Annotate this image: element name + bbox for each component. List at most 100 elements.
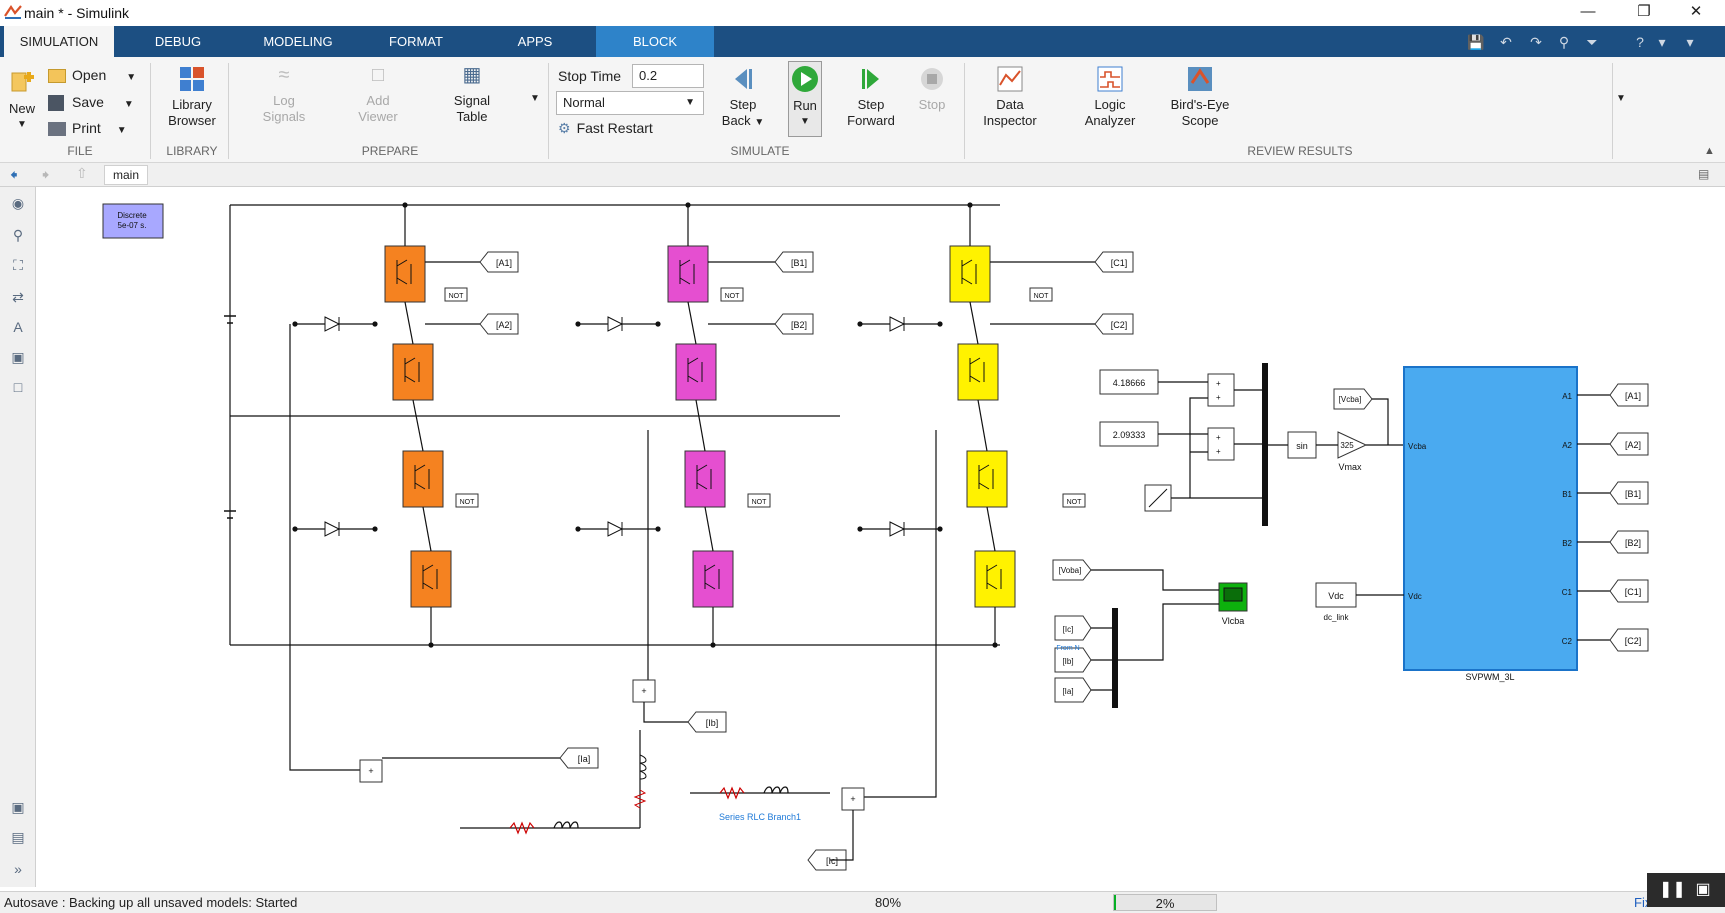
print-dropdown-icon[interactable]: ▼ [117,125,127,136]
log-signals-button[interactable]: ≈ Log Signals [252,64,316,125]
route-lines-icon[interactable]: ⇄ [8,287,28,307]
signal-table-button[interactable]: ▦ Signal Table [440,65,504,125]
zoom-icon[interactable]: ⚲ [8,225,28,245]
igbt-block-a2[interactable] [392,343,434,401]
not-gate-label: NOT [1034,293,1050,300]
open-dropdown-icon[interactable]: ▼ [126,72,136,83]
igbt-block-b1[interactable] [667,245,709,303]
breadcrumb[interactable]: main [104,165,149,185]
igbt-block-a3[interactable] [402,450,444,508]
step-back-button[interactable]: Step Back ▼ [712,65,774,131]
tab-modeling[interactable]: MODELING [247,26,349,57]
explorer-bar-toggle-icon[interactable]: ▤ [1698,167,1709,181]
save-button[interactable]: Save ▼ [48,92,134,112]
phase-leg-line [422,506,432,552]
run-dropdown-icon[interactable]: ▼ [789,114,821,130]
library-browser-line2: Browser [168,113,216,128]
data-inspector-line2: Inspector [983,113,1037,128]
group-label-prepare: PREPARE [361,144,419,158]
svpwm-subsystem-block[interactable] [1403,366,1578,671]
phase-leg-line [977,399,988,452]
igbt-block-c1[interactable] [949,245,991,303]
save-quick-icon[interactable]: 💾 [1466,32,1486,52]
run-button[interactable]: Run ▼ [788,61,822,137]
logic-analyzer-line1: Logic [1094,97,1126,112]
step-forward-button[interactable]: Step Forward [840,65,902,129]
expand-palette-icon[interactable]: » [8,859,28,879]
igbt-block-b2[interactable] [675,343,717,401]
quick-search-dropdown-icon[interactable]: ⏷ [1582,32,1602,52]
tab-simulation[interactable]: SIMULATION [4,26,114,57]
address-bar: 🠸 🠺 ⇧ main ▤ [0,163,1725,187]
step-back-dropdown-icon[interactable]: ▼ [754,117,764,128]
tab-format[interactable]: FORMAT [368,26,464,57]
prepare-gallery-dropdown-icon[interactable]: ▼ [530,93,540,104]
model-diagram[interactable]: Discrete5e-07 s. [A1] [A2] NOT NOT [B1] [B2] NO… [37,187,1725,887]
igbt-block-b3[interactable] [684,450,726,508]
collapse-ribbon-icon[interactable]: ▲ [1704,145,1715,157]
undo-icon[interactable]: ↶ [1496,32,1516,52]
simulation-mode-select[interactable]: Normal ▼ [556,91,704,115]
tab-apps[interactable]: APPS [490,26,580,57]
new-dropdown-icon[interactable]: ▼ [4,117,40,133]
screenshot-icon[interactable]: ▣ [8,797,28,817]
add-viewer-button[interactable]: □ Add Viewer [346,65,410,125]
igbt-block-c3[interactable] [966,450,1008,508]
zoom-level[interactable]: 80% [875,895,901,910]
igbt-block-a4[interactable] [410,550,452,608]
simulink-window: main * - Simulink — ❐ ✕ SIMULATION DEBUG… [0,0,1725,913]
model-canvas[interactable]: Discrete 5e-07 s. [A1] [A2] NOT NOT [B1] [B2] NO… [37,187,1725,887]
image-icon[interactable]: ▣ [8,347,28,367]
measurement-plus: + [850,794,855,804]
collapse-toolstrip-icon[interactable]: ▾ [1680,32,1700,52]
from-current-label: [Ib] [1062,657,1073,666]
fit-to-view-icon[interactable]: ⛶ [8,255,28,275]
sum-sign: + [1216,447,1221,456]
igbt-block-b4[interactable] [692,550,734,608]
mux-block[interactable] [1262,363,1268,526]
inductor-icon [639,754,647,780]
sum-block[interactable] [1207,427,1235,461]
igbt-block-c4[interactable] [974,550,1016,608]
constant-value: 4.18666 [1113,378,1146,388]
up-arrow-icon[interactable]: ⇧ [76,165,88,182]
pause-icon[interactable]: ❚❚ [1659,879,1686,901]
close-button[interactable]: ✕ [1673,0,1719,26]
restore-button[interactable]: ❐ [1621,0,1667,26]
print-button[interactable]: Print ▼ [48,118,127,138]
hide-show-model-browser-icon[interactable]: ◉ [8,193,28,213]
screen-icon[interactable]: ▣ [1691,879,1715,901]
igbt-block-a1[interactable] [384,245,426,303]
review-gallery-dropdown-icon[interactable]: ▼ [1616,93,1626,104]
library-browser-button[interactable]: Library Browser [160,65,224,129]
save-dropdown-icon[interactable]: ▼ [124,99,134,110]
minimize-button[interactable]: — [1565,0,1611,26]
tab-block[interactable]: BLOCK [596,26,714,57]
stop-time-label: Stop Time [558,68,622,84]
help-icon[interactable]: ? [1630,32,1650,52]
stop-time-input[interactable]: 0.2 [632,64,704,88]
igbt-block-c2[interactable] [957,343,999,401]
help-dropdown-icon[interactable]: ▾ [1652,32,1672,52]
property-inspector-icon[interactable]: ▤ [8,827,28,847]
current-mux-block[interactable] [1112,608,1118,708]
open-button[interactable]: Open ▼ [48,65,136,85]
sum-block[interactable] [1207,373,1235,407]
fast-restart-toggle[interactable]: ⚙ Fast Restart [558,118,653,138]
stop-label: Stop [918,97,946,112]
annotation-icon[interactable]: A [8,317,28,337]
tab-debug[interactable]: DEBUG [128,26,228,57]
printer-icon [48,122,66,137]
new-button[interactable]: New ▼ [4,67,40,133]
goto-tag-label: [C2] [1111,320,1128,330]
data-inspector-button[interactable]: Data Inspector [968,65,1052,129]
redo-icon[interactable]: ↷ [1526,32,1546,52]
logic-analyzer-line2: Analyzer [1084,113,1136,128]
log-signals-icon: ≈ [278,64,290,86]
birds-eye-scope-button[interactable]: Bird's-Eye Scope [1158,65,1242,129]
logic-analyzer-button[interactable]: Logic Analyzer [1068,65,1152,129]
clamp-diode-icon [889,521,906,537]
area-icon[interactable]: □ [8,377,28,397]
stop-button[interactable]: Stop [916,65,948,113]
search-icon[interactable]: ⚲ [1554,32,1574,52]
